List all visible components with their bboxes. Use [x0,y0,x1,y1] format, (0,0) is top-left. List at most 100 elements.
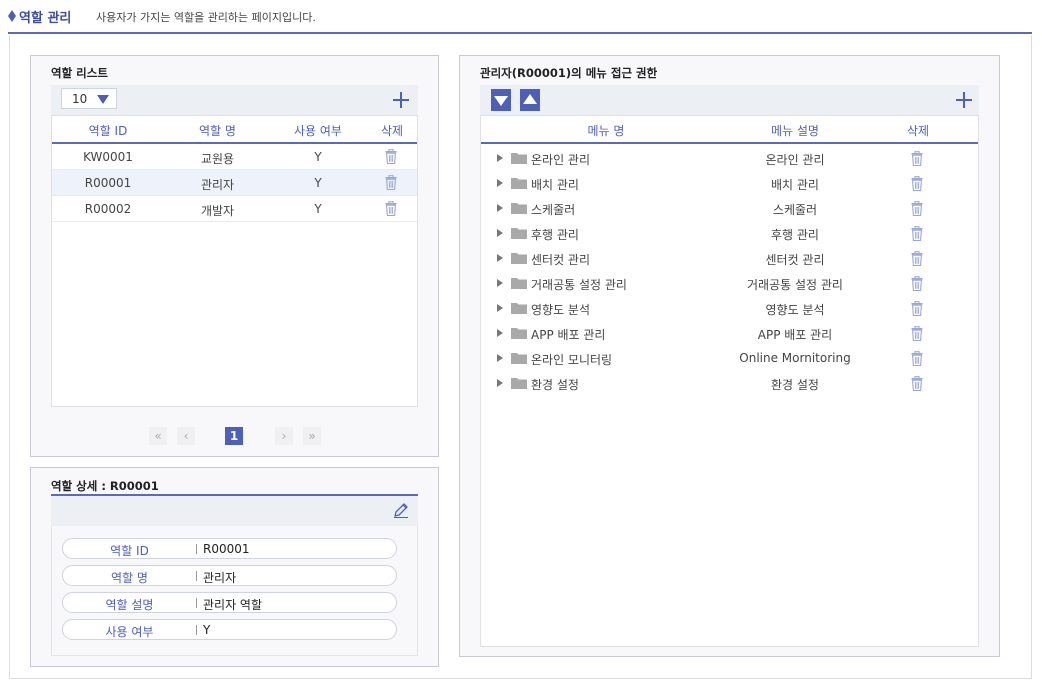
field-value: R00001 [203,542,250,556]
trash-icon[interactable] [911,200,923,217]
tree-row[interactable]: 온라인 관리 온라인 관리 [481,146,978,171]
menu-description: 영향도 분석 [765,303,825,317]
trash-icon[interactable] [385,200,397,217]
table-row[interactable]: R00001 관리자 Y [52,170,417,196]
trash-icon[interactable] [911,150,923,167]
column-header[interactable]: 삭제 [365,122,419,139]
menu-access-panel: 관리자(R00001)의 메뉴 접근 권한 메뉴 명 메뉴 설명 삭제 온라인 … [459,55,1000,657]
page-description: 사용자가 가지는 역할을 관리하는 페이지입니다. [96,11,316,24]
pagination: « ‹ 1 › » [149,427,329,447]
column-header[interactable]: 역할 명 [164,122,271,139]
field-role-description: 역할 설명 관리자 역할 [62,592,397,613]
add-role-button[interactable] [393,92,409,108]
menu-description: Online Mornitoring [739,351,851,365]
column-header[interactable]: 메뉴 설명 [711,122,879,139]
menu-description: 배치 관리 [771,178,819,192]
folder-icon [511,277,527,289]
field-value: 관리자 역할 [203,598,263,612]
role-id-cell: R00002 [84,202,132,216]
menu-description: 스케줄러 [772,203,818,217]
trash-icon[interactable] [911,350,923,367]
field-value: Y [203,623,211,637]
chevron-down-icon [97,95,109,104]
tree-row[interactable]: 센터컷 관리 센터컷 관리 [481,246,978,271]
column-header[interactable]: 메뉴 명 [541,122,671,139]
expand-arrow-icon[interactable] [497,179,503,187]
field-label: 역할 ID [110,544,149,558]
add-menu-button[interactable] [956,92,972,108]
expand-arrow-icon[interactable] [497,379,503,387]
expand-arrow-icon[interactable] [497,279,503,287]
tree-row[interactable]: 거래공통 설정 관리 거래공통 설정 관리 [481,271,978,296]
menu-table-header: 메뉴 명 메뉴 설명 삭제 [481,116,978,144]
expand-arrow-icon[interactable] [497,229,503,237]
trash-icon[interactable] [385,174,397,191]
menu-name: 후행 관리 [531,228,579,242]
field-role-id: 역할 ID R00001 [62,538,397,559]
menu-name: 환경 설정 [531,378,579,392]
move-down-button[interactable] [491,89,511,111]
tree-row[interactable]: 영향도 분석 영향도 분석 [481,296,978,321]
menu-access-toolbar [480,85,979,115]
role-id-cell: KW0001 [83,150,133,164]
expand-arrow-icon[interactable] [497,254,503,262]
folder-icon [511,252,527,264]
folder-icon [511,227,527,239]
tree-row[interactable]: 후행 관리 후행 관리 [481,221,978,246]
menu-tree-table: 메뉴 명 메뉴 설명 삭제 온라인 관리 온라인 관리 배치 관리 배치 관리 스케줄러… [480,115,979,647]
expand-arrow-icon[interactable] [497,304,503,312]
role-detail-toolbar [51,494,418,526]
trash-icon[interactable] [911,225,923,242]
column-header[interactable]: 역할 ID [52,122,164,139]
role-detail-form: 역할 ID R00001 역할 명 관리자 역할 설명 관리자 역할 사용 여부… [51,526,418,656]
pencil-icon[interactable] [393,502,409,518]
folder-icon [511,202,527,214]
menu-description: 온라인 관리 [765,153,825,167]
folder-icon [511,327,527,339]
role-table: 역할 ID 역할 명 사용 여부 삭제 KW0001 교원용 Y R00001 관리자 Y… [51,115,418,407]
expand-arrow-icon[interactable] [497,354,503,362]
tree-row[interactable]: APP 배포 관리 APP 배포 관리 [481,321,978,346]
column-header[interactable]: 사용 여부 [271,122,365,139]
trash-icon[interactable] [911,325,923,342]
trash-icon[interactable] [911,175,923,192]
role-detail-panel: 역할 상세 : R00001 역할 ID R00001 역할 명 관리자 역할 … [30,467,439,667]
prev-page-button[interactable]: ‹ [177,427,195,445]
role-detail-title: 역할 상세 : R00001 [51,479,159,493]
table-row[interactable]: R00002 개발자 Y [52,196,417,222]
last-page-button[interactable]: » [303,427,321,445]
tree-row[interactable]: 배치 관리 배치 관리 [481,171,978,196]
menu-name: 온라인 관리 [531,153,591,167]
tree-row[interactable]: 환경 설정 환경 설정 [481,371,978,396]
page-button-current[interactable]: 1 [225,427,243,445]
folder-icon [511,377,527,389]
first-page-button[interactable]: « [149,427,167,445]
tree-row[interactable]: 스케줄러 스케줄러 [481,196,978,221]
tree-row[interactable]: 온라인 모니터링 Online Mornitoring [481,346,978,371]
page-header: 역할 관리 사용자가 가지는 역할을 관리하는 페이지입니다. [8,6,1032,34]
trash-icon[interactable] [385,148,397,165]
menu-description: 센터컷 관리 [765,253,825,267]
use-yn-cell: Y [314,202,322,216]
expand-arrow-icon[interactable] [497,204,503,212]
field-use-yn: 사용 여부 Y [62,619,397,640]
column-header[interactable]: 삭제 [891,122,945,139]
trash-icon[interactable] [911,300,923,317]
use-yn-cell: Y [314,150,322,164]
expand-arrow-icon[interactable] [497,154,503,162]
page-size-select[interactable]: 10 [61,88,117,109]
field-role-name: 역할 명 관리자 [62,565,397,586]
move-up-button[interactable] [520,89,540,111]
folder-icon [511,152,527,164]
use-yn-cell: Y [314,176,322,190]
field-label: 사용 여부 [105,625,154,639]
table-row[interactable]: KW0001 교원용 Y [52,144,417,170]
trash-icon[interactable] [911,275,923,292]
trash-icon[interactable] [911,375,923,392]
trash-icon[interactable] [911,250,923,267]
next-page-button[interactable]: › [275,427,293,445]
divider [196,544,197,554]
role-list-panel: 역할 리스트 10 역할 ID 역할 명 사용 여부 삭제 KW0001 교원용 Y… [30,55,439,457]
menu-name: 거래공통 설정 관리 [531,278,627,292]
expand-arrow-icon[interactable] [497,329,503,337]
